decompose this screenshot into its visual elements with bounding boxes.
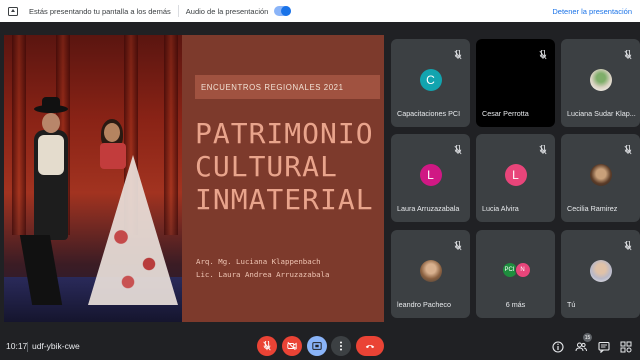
- mini-avatar: N: [514, 262, 531, 278]
- more-participants-tile[interactable]: PCI N 6 más: [476, 230, 555, 318]
- meeting-code: udf-ybik-cwe: [32, 341, 80, 351]
- hang-up-icon: [365, 344, 375, 349]
- participant-name: Lucia Alvira: [482, 204, 519, 213]
- participant-name: leandro Pacheco: [397, 300, 451, 309]
- mic-muted-icon: [539, 142, 547, 155]
- present-now-button[interactable]: [307, 336, 327, 356]
- participant-name: Laura Arruzazabala: [397, 204, 460, 213]
- divider: [27, 342, 28, 352]
- participant-name: Cesar Perrotta: [482, 109, 529, 118]
- slide-authors: Arq. Mg. Luciana Klappenbach Lic. Laura …: [196, 255, 330, 281]
- presenting-text: Estás presentando tu pantalla a los demá…: [29, 6, 171, 16]
- stop-presenting-button[interactable]: Detener la presentación: [552, 7, 632, 16]
- avatar: C: [419, 69, 442, 91]
- mic-muted-icon: [624, 238, 632, 251]
- mic-toggle-button[interactable]: [257, 336, 277, 356]
- participant-tile[interactable]: L Laura Arruzazabala: [391, 134, 470, 222]
- divider: [177, 5, 179, 17]
- shared-slide: ENCUENTROS REGIONALES 2021 PATRIMONIO CU…: [4, 35, 384, 322]
- participant-name: Luciana Sudar Klap...: [567, 109, 636, 118]
- mic-muted-icon: [539, 47, 547, 60]
- participant-name: Capacitaciones PCI: [397, 109, 461, 118]
- avatar-photo: [589, 260, 612, 282]
- grouped-avatars: PCI N: [501, 262, 532, 278]
- more-participants-label: 6 más: [505, 300, 526, 309]
- presentation-bar: Estás presentando tu pantalla a los demá…: [0, 0, 640, 22]
- leave-call-button[interactable]: [356, 336, 384, 356]
- present-icon: [312, 342, 322, 350]
- camera-off-icon: [287, 341, 297, 351]
- banner-text: ENCUENTROS REGIONALES 2021: [201, 82, 344, 92]
- dress-pattern: [100, 210, 170, 300]
- participant-name: Tú: [567, 300, 576, 309]
- author-line: Arq. Mg. Luciana Klappenbach: [196, 257, 321, 266]
- slide-banner: ENCUENTROS REGIONALES 2021: [195, 75, 380, 99]
- more-options-button[interactable]: [331, 336, 351, 356]
- participant-tile[interactable]: Cesar Perrotta: [476, 39, 555, 127]
- slide-text-area: ENCUENTROS REGIONALES 2021 PATRIMONIO CU…: [182, 35, 384, 322]
- mic-muted-icon: [454, 238, 462, 251]
- participant-tile[interactable]: L Lucia Alvira: [476, 134, 555, 222]
- more-vert-icon: [340, 341, 342, 351]
- meeting-controls-bar: 10:17 udf-ybik-cwe 15: [0, 330, 640, 360]
- title-line: PATRIMONIO: [195, 117, 374, 150]
- audio-label: Audio de la presentación: [185, 6, 269, 16]
- participant-tile[interactable]: C Capacitaciones PCI: [391, 39, 470, 127]
- dancers-photo: [4, 35, 182, 322]
- mic-muted-icon: [454, 142, 462, 155]
- self-tile[interactable]: Tú: [561, 230, 640, 318]
- mic-muted-icon: [454, 47, 462, 60]
- info-icon[interactable]: [552, 340, 564, 353]
- avatar-photo: [589, 69, 612, 91]
- mic-muted-icon: [624, 142, 632, 155]
- title-line: CULTURAL: [195, 150, 338, 183]
- dancer-top: [100, 143, 126, 169]
- title-line: INMATERIAL: [195, 183, 374, 216]
- clock-time: 10:17: [6, 341, 28, 351]
- avatar-photo: [589, 164, 612, 186]
- participant-tile[interactable]: Luciana Sudar Klap...: [561, 39, 640, 127]
- dancer-head: [104, 123, 120, 142]
- present-screen-icon: [8, 6, 18, 16]
- avatar: L: [419, 164, 442, 186]
- activities-icon[interactable]: [620, 340, 632, 353]
- gaucho-hat-crown: [42, 97, 60, 108]
- chat-icon[interactable]: [598, 340, 610, 354]
- gaucho-shirt: [38, 135, 64, 175]
- people-icon[interactable]: [575, 340, 587, 352]
- audio-toggle[interactable]: [274, 6, 292, 16]
- gaucho-head: [42, 113, 60, 133]
- slide-title: PATRIMONIO CULTURAL INMATERIAL: [195, 117, 374, 216]
- avatar: L: [504, 164, 527, 186]
- participant-tile[interactable]: Cecilia Ramirez: [561, 134, 640, 222]
- mic-muted-icon: [624, 47, 632, 60]
- camera-toggle-button[interactable]: [282, 336, 302, 356]
- author-line: Lic. Laura Andrea Arruzazabala: [196, 270, 330, 279]
- participant-name: Cecilia Ramirez: [567, 204, 618, 213]
- participant-tile[interactable]: leandro Pacheco: [391, 230, 470, 318]
- mic-off-icon: [263, 341, 271, 351]
- curtain-fold: [12, 35, 26, 235]
- avatar-photo: [419, 260, 442, 282]
